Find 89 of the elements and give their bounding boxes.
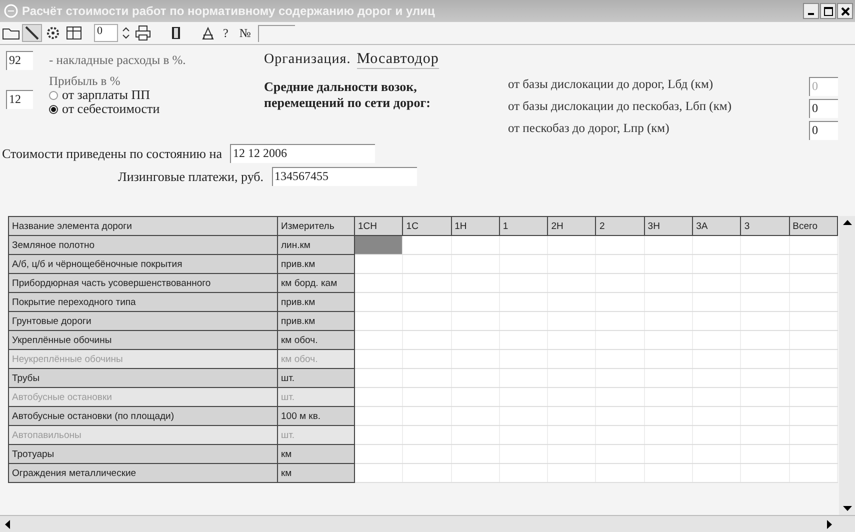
unit-cell: лин.км <box>278 236 354 254</box>
table-cell[interactable] <box>354 274 403 292</box>
row-header[interactable]: Грунтовые дороги <box>8 312 278 330</box>
radio-label[interactable]: от зарплаты ПП <box>62 88 150 102</box>
unit-cell: шт. <box>278 426 354 444</box>
table-icon[interactable] <box>65 25 83 41</box>
row-header[interactable]: Тротуары <box>8 444 278 464</box>
table-cell[interactable] <box>354 444 403 464</box>
column-header[interactable]: 2 <box>596 216 644 236</box>
organization-label: Организация. <box>264 52 351 68</box>
vertical-scrollbar[interactable] <box>839 216 855 515</box>
leasing-field[interactable]: 134567455 <box>272 167 417 186</box>
minimize-button[interactable] <box>803 3 819 19</box>
distances-label: перемещений по сети дорог: <box>264 95 430 111</box>
unit-cell: прив.км <box>278 312 354 330</box>
printer-icon[interactable] <box>134 25 152 41</box>
distance-label: от пескобаз до дорог, Lпр (км) <box>508 121 670 137</box>
number-label: № <box>238 26 252 40</box>
column-header[interactable]: 2Н <box>548 216 596 236</box>
window-title: Расчёт стоимости работ по нормативному содержанию дорог и улиц <box>22 4 436 18</box>
maximize-button[interactable] <box>820 3 836 19</box>
unit-cell: км борд. кам <box>278 274 354 292</box>
row-header[interactable]: Укреплённые обочины <box>8 330 278 350</box>
spin-arrows-icon[interactable] <box>121 25 131 41</box>
unit-cell: прив.км <box>278 254 354 274</box>
radio-label[interactable]: от себестоимости <box>62 102 160 116</box>
leasing-label: Лизинговые платежи, руб. <box>118 168 264 184</box>
scroll-up-icon[interactable] <box>842 219 852 225</box>
distance-field[interactable]: 0 <box>809 121 838 140</box>
overhead-field[interactable]: 92 <box>6 51 33 70</box>
table-cell[interactable] <box>354 312 403 330</box>
row-header[interactable]: А/б, ц/б и чёрнощебёночные покрытия <box>8 254 278 274</box>
row-header[interactable]: Покрытие переходного типа <box>8 292 278 312</box>
unit-cell: км <box>278 464 354 482</box>
column-header[interactable]: 1С <box>402 216 452 236</box>
help-button[interactable]: ? <box>219 26 232 40</box>
column-header[interactable]: 3 <box>740 216 790 236</box>
unit-cell: шт. <box>278 368 354 388</box>
column-header[interactable]: Всего <box>789 216 838 236</box>
close-button[interactable] <box>837 3 853 19</box>
scroll-down-icon[interactable] <box>842 506 852 512</box>
profit-field[interactable]: 12 <box>6 90 33 109</box>
distance-label: от базы дислокации до пескобаз, Lбп (км) <box>508 99 732 115</box>
organization-value: Мосавтодор <box>356 51 439 69</box>
app-icon <box>4 4 18 18</box>
column-header[interactable]: 1СН <box>354 216 403 236</box>
row-header[interactable]: Автобусные остановки (по площади) <box>8 406 278 426</box>
overhead-label: - накладные расходы в %. <box>49 53 186 68</box>
column-header[interactable]: 1 <box>499 216 548 236</box>
spin-field[interactable]: 0 <box>94 24 118 42</box>
unit-cell: км обоч. <box>278 330 354 350</box>
number-field[interactable] <box>258 24 295 42</box>
profit-label: Прибыль в % <box>49 74 122 88</box>
distance-label: от базы дислокации до дорог, Lбд (км) <box>508 77 714 93</box>
distances-label: Средние дальности возок, <box>264 79 418 95</box>
row-header[interactable]: Ограждения металлические <box>8 464 278 482</box>
unit-cell: шт. <box>278 388 354 406</box>
table-cell[interactable] <box>354 292 403 312</box>
date-field[interactable]: 12 12 2006 <box>230 144 375 163</box>
row-header[interactable]: Прибордюрная часть усовершенствованного <box>8 274 278 292</box>
column-header[interactable]: 3Н <box>644 216 693 236</box>
table-cell[interactable] <box>354 330 403 350</box>
unit-cell: км обоч. <box>278 350 354 368</box>
date-label: Стоимости приведены по состоянию на <box>2 146 222 162</box>
table-cell[interactable] <box>354 464 403 482</box>
scroll-right-icon[interactable] <box>827 520 833 528</box>
unit-cell: 100 м кв. <box>278 406 354 426</box>
distance-field[interactable]: 0 <box>809 99 838 118</box>
horizontal-scrollbar[interactable] <box>0 515 855 532</box>
table-cell[interactable] <box>354 406 403 426</box>
column-header[interactable]: Название элемента дороги <box>8 216 278 236</box>
table-cell[interactable] <box>354 368 403 388</box>
row-header[interactable]: Земляное полотно <box>8 236 278 254</box>
column-header[interactable]: Измеритель <box>278 216 354 236</box>
table-cell[interactable] <box>354 254 403 274</box>
close-icon <box>840 6 850 16</box>
row-header[interactable]: Трубы <box>8 368 278 388</box>
radio-button[interactable] <box>49 104 58 114</box>
gear-icon[interactable] <box>44 25 62 41</box>
radio-button[interactable] <box>49 90 58 100</box>
table-cell[interactable] <box>354 236 403 254</box>
column-header[interactable]: 1Н <box>451 216 500 236</box>
pencil-icon[interactable] <box>23 25 41 41</box>
column-header[interactable]: 3А <box>692 216 741 236</box>
scroll-left-icon[interactable] <box>4 520 10 528</box>
door-icon[interactable] <box>169 25 183 41</box>
unit-cell: км <box>278 444 354 464</box>
maximize-icon <box>824 6 832 16</box>
unit-cell: прив.км <box>278 292 354 312</box>
